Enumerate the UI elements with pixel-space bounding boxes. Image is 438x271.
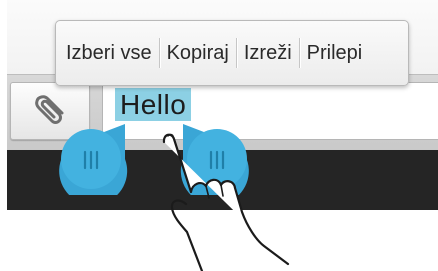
selection-handle-left[interactable] — [55, 123, 129, 195]
text-selection-menu: Izberi vse Kopiraj Izreži Prilepi — [55, 20, 409, 86]
selected-text[interactable]: Hello — [115, 88, 192, 121]
select-all-button[interactable]: Izberi vse — [56, 21, 159, 85]
copy-button[interactable]: Kopiraj — [160, 21, 236, 85]
cut-button[interactable]: Izreži — [237, 21, 299, 85]
pointing-hand-icon — [162, 133, 290, 271]
paste-button[interactable]: Prilepi — [300, 21, 370, 85]
